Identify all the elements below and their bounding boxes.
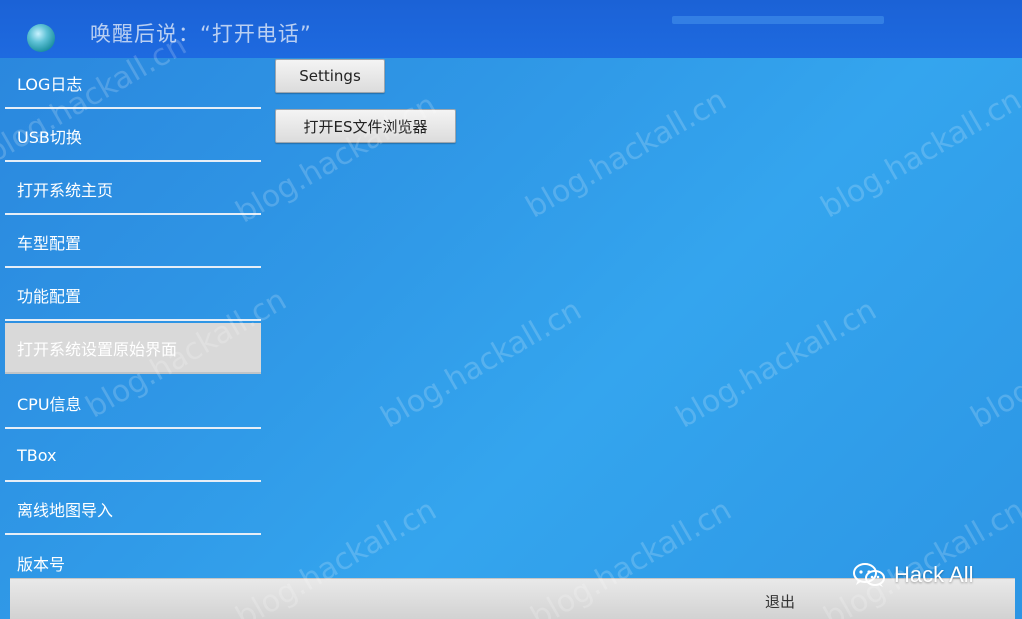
sidebar-item-tbox[interactable]: TBox <box>5 431 261 482</box>
settings-button[interactable]: Settings <box>275 59 385 93</box>
sidebar-item-label: 离线地图导入 <box>17 500 114 520</box>
exit-button[interactable]: 退出 <box>765 591 795 612</box>
sidebar-item-label: USB切换 <box>17 127 82 147</box>
sidebar-item-usb-switch[interactable]: USB切换 <box>5 111 261 162</box>
settings-button-label: Settings <box>299 67 361 85</box>
sidebar-item-vehicle-config[interactable]: 车型配置 <box>5 217 261 268</box>
sidebar-item-label: 打开系统主页 <box>17 180 114 200</box>
brand-text: Hack All <box>894 562 974 587</box>
watermark: blog.hackall.cn <box>375 292 588 436</box>
app-screen: 唤醒后说：“打开电话” LOG日志 USB切换 打开系统主页 车型配置 功能配置… <box>0 0 1022 619</box>
status-indicator <box>672 16 884 24</box>
voice-assistant-icon[interactable] <box>27 24 55 52</box>
sidebar-item-system-settings-original[interactable]: 打开系统设置原始界面 <box>5 323 261 374</box>
open-es-file-browser-label: 打开ES文件浏览器 <box>303 117 428 136</box>
sidebar-item-label: LOG日志 <box>17 74 83 94</box>
brand-label: Hack All <box>852 562 973 588</box>
sidebar-item-label: TBox <box>17 446 57 465</box>
sidebar-item-log[interactable]: LOG日志 <box>5 58 261 109</box>
voice-header: 唤醒后说：“打开电话” <box>0 0 1022 58</box>
sidebar-item-label: 功能配置 <box>17 286 82 306</box>
sidebar-item-offline-map-import[interactable]: 离线地图导入 <box>5 484 261 535</box>
sidebar-item-label: 打开系统设置原始界面 <box>17 339 178 359</box>
sidebar-item-label: 车型配置 <box>17 233 82 253</box>
wechat-icon <box>852 562 886 588</box>
watermark: blog.hackall.cn <box>520 82 733 226</box>
sidebar-item-cpu-info[interactable]: CPU信息 <box>5 378 261 429</box>
open-es-file-browser-button[interactable]: 打开ES文件浏览器 <box>275 109 456 143</box>
watermark: blog.hackall.cn <box>815 82 1022 226</box>
sidebar-item-label: CPU信息 <box>17 394 82 414</box>
watermark: blog.hackall.cn <box>670 292 883 436</box>
voice-prompt-title: 唤醒后说：“打开电话” <box>90 22 312 46</box>
sidebar-item-feature-config[interactable]: 功能配置 <box>5 270 261 321</box>
sidebar-menu: LOG日志 USB切换 打开系统主页 车型配置 功能配置 打开系统设置原始界面 … <box>5 58 261 578</box>
sidebar-item-system-home[interactable]: 打开系统主页 <box>5 164 261 215</box>
watermark: blog.hackall.cn <box>965 292 1022 436</box>
sidebar-item-label: 版本号 <box>17 554 66 574</box>
